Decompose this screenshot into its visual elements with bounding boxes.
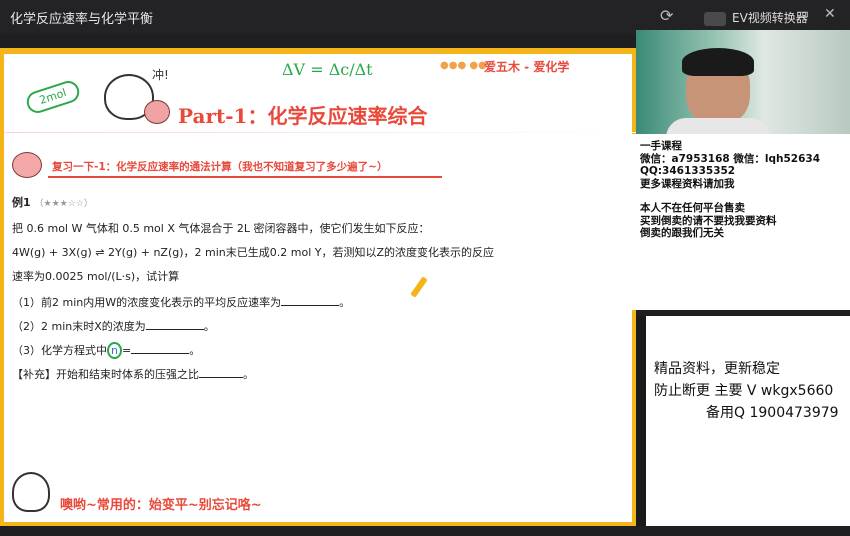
logo-text: 爱五木 - 爱化学 — [484, 60, 570, 74]
notice-line: QQ:3461335352 — [640, 165, 736, 177]
part-title: Part-1：化学反应速率综合 — [178, 100, 427, 129]
sub-question-3-post: = — [121, 344, 132, 357]
period-1: 。 — [339, 296, 351, 309]
sub-question-3: （3）化学方程式中 n = 。 — [12, 342, 200, 359]
pen-cursor-icon — [410, 276, 428, 298]
notice-line: 更多课程资料请加我 — [640, 177, 735, 190]
footer-mascot-icon — [12, 472, 50, 512]
close-icon[interactable]: ✕ — [824, 6, 836, 22]
restore-icon[interactable]: ▭ — [796, 6, 809, 22]
notice-line: 买到倒卖的请不要找我要资料 — [640, 214, 777, 227]
notice2-line-3: 备用Q 1900473979 — [706, 405, 839, 421]
sub-question-1: （1）前2 min内用W的浓度变化表示的平均反应速率为 。 — [12, 294, 350, 310]
notice-gap — [640, 190, 842, 202]
teacher-webcam — [636, 30, 850, 134]
window-title: 化学反应速率与化学平衡 — [10, 12, 154, 27]
notice-line: 倒卖的跟我们无关 — [640, 227, 724, 239]
refresh-icon[interactable]: ⟳ — [660, 6, 673, 25]
sub-question-2-text: （2）2 min末时X的浓度为 — [12, 320, 146, 333]
pig-mascot-icon — [12, 152, 42, 178]
bottom-bar — [0, 526, 850, 536]
example-label: 例1 （★★★☆☆） — [12, 194, 93, 210]
review-text: 复习一下-1：化学反应速率的通法计算（我也不知道复习了多少遍了~） — [52, 161, 388, 173]
question-line-2: 4W(g) + 3X(g) ⇌ 2Y(g) + nZ(g)，2 min末已生成0… — [12, 246, 495, 259]
part-title-prefix: Part-1： — [178, 104, 268, 128]
pig-icon — [144, 100, 170, 124]
notice-line: 本人不在任何平台售卖 — [640, 202, 745, 214]
period-2: 。 — [203, 320, 215, 333]
difficulty-stars: （★★★☆☆） — [34, 199, 93, 209]
answer-blank-1 — [281, 296, 340, 306]
review-heading: 复习一下-1：化学反应速率的通法计算（我也不知道复习了多少遍了~） — [12, 152, 442, 180]
answer-blank-2 — [145, 320, 204, 330]
brand-label: EV视频转换器 — [704, 9, 808, 26]
title-divider — [4, 132, 636, 133]
title-bar: 化学反应速率与化学平衡 ⟳ EV视频转换器 ▭ ✕ — [0, 0, 850, 34]
answer-blank-4 — [199, 368, 243, 378]
lecture-slide: ●●● ●● 爱五木 - 爱化学 ΔV = Δc/Δt 2mol 冲! Part… — [0, 48, 636, 526]
watermark-notice-2: 精品资料，更新稳定 防止断更 主要 V wkgx5660 备用Q 1900473… — [636, 316, 850, 530]
period-3: 。 — [189, 344, 201, 357]
question-line-1: 把 0.6 mol W 气体和 0.5 mol X 气体混合于 2L 密闭容器中… — [12, 222, 430, 235]
watermark-notice: 一手课程 微信：a7953168 微信：lqh52634 QQ:34613353… — [632, 134, 850, 310]
period-4: 。 — [243, 368, 254, 381]
notice-line: 一手课程 — [640, 140, 682, 152]
part-title-main: 化学反应速率综合 — [267, 104, 428, 128]
handwritten-formula: ΔV = Δc/Δt — [282, 60, 373, 79]
review-underline — [48, 176, 442, 178]
supplement-text: 【补充】开始和结束时体系的压强之比 — [12, 368, 199, 381]
teacher-hair — [682, 48, 754, 76]
supplement-question: 【补充】开始和结束时体系的压强之比 。 — [12, 366, 254, 382]
answer-blank-3 — [131, 344, 190, 354]
sub-question-3-pre: （3）化学方程式中 — [12, 344, 107, 357]
example-number: 例1 — [12, 196, 31, 209]
camera-icon — [704, 11, 726, 26]
sub-question-1-text: （1）前2 min内用W的浓度变化表示的平均反应速率为 — [12, 296, 282, 309]
notice-line: 微信：a7953168 微信：lqh52634 — [640, 152, 821, 165]
handwritten-note: 2mol — [23, 78, 83, 116]
footer-text: 噢哟~常用的：始变平~别忘记咯~ — [60, 498, 262, 513]
circled-n: n — [107, 342, 122, 359]
teacher-shirt — [666, 118, 770, 134]
question-line-3: 速率为0.0025 mol/(L·s)，试计算 — [12, 270, 180, 283]
sub-question-2: （2）2 min末时X的浓度为 。 — [12, 318, 215, 334]
slide-top-border — [4, 48, 636, 54]
notice2-line-1: 精品资料，更新稳定 — [654, 361, 780, 377]
logo-blob-icon: ●●● ●● — [440, 60, 487, 71]
notice2-line-2: 防止断更 主要 V wkgx5660 — [654, 383, 834, 399]
mascot-speech: 冲! — [152, 68, 169, 82]
